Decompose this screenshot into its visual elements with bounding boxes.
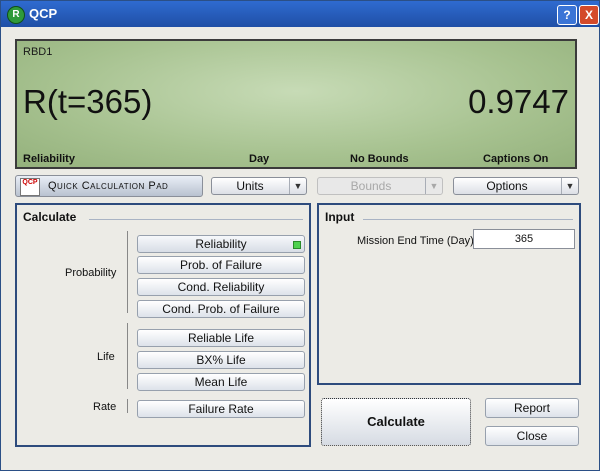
- bounds-dropdown: Bounds ▼: [317, 177, 443, 195]
- options-dropdown[interactable]: Options ▼: [453, 177, 579, 195]
- display-metric: R(t=365): [23, 83, 153, 120]
- qcp-window: R QCP ? X RBD1 R(t=365) 0.9747 Reliabili…: [0, 0, 600, 471]
- caption-reliability: Reliability: [23, 153, 75, 165]
- group-label-rate: Rate: [93, 401, 117, 413]
- units-dropdown[interactable]: Units ▼: [211, 177, 307, 195]
- calculate-button[interactable]: Calculate: [321, 398, 471, 446]
- divider: [127, 323, 128, 389]
- divider: [127, 231, 128, 313]
- prob-of-failure-button[interactable]: Prob. of Failure: [137, 256, 305, 274]
- selected-indicator-icon: [293, 241, 301, 249]
- chevron-down-icon: ▼: [289, 178, 306, 194]
- mean-life-button[interactable]: Mean Life: [137, 373, 305, 391]
- app-icon: R: [7, 6, 25, 24]
- caption-day: Day: [249, 153, 270, 165]
- chevron-down-icon: ▼: [425, 178, 442, 194]
- title-bar: R QCP ? X: [1, 1, 599, 27]
- group-label-probability: Probability: [65, 267, 117, 279]
- cond-reliability-button[interactable]: Cond. Reliability: [137, 278, 305, 296]
- window-title: QCP: [29, 6, 58, 21]
- caption-captions-on: Captions On: [483, 153, 549, 165]
- close-window-button[interactable]: X: [579, 5, 599, 25]
- calculate-panel: Calculate Probability Reliability Prob. …: [15, 203, 311, 447]
- quick-calculation-pad-button[interactable]: QCP Quick Calculation Pad: [15, 175, 203, 197]
- qcp-label: Quick Calculation Pad: [48, 180, 169, 192]
- help-button[interactable]: ?: [557, 5, 577, 25]
- mission-end-time-input[interactable]: 365: [473, 229, 575, 249]
- reliability-button[interactable]: Reliability: [137, 235, 305, 253]
- input-panel: Input Mission End Time (Day) 365: [317, 203, 581, 385]
- divider: [363, 219, 573, 220]
- units-label: Units: [236, 179, 264, 193]
- qcp-logo-icon: QCP: [20, 178, 40, 196]
- mission-end-time-label: Mission End Time (Day): [357, 235, 474, 247]
- close-button[interactable]: Close: [485, 426, 579, 446]
- caption-no-bounds: No Bounds: [350, 153, 409, 165]
- cond-prob-of-failure-button[interactable]: Cond. Prob. of Failure: [137, 300, 305, 318]
- display-diagram-name: RBD1: [23, 46, 53, 58]
- chevron-down-icon: ▼: [561, 178, 578, 194]
- display-result-value: 0.9747: [468, 83, 569, 120]
- calculate-panel-title: Calculate: [23, 210, 77, 224]
- options-label: Options: [486, 179, 528, 193]
- bounds-label: Bounds: [350, 179, 392, 193]
- input-panel-title: Input: [325, 210, 355, 224]
- divider: [89, 219, 303, 220]
- reliability-button-label: Reliability: [195, 237, 247, 251]
- reliable-life-button[interactable]: Reliable Life: [137, 329, 305, 347]
- divider: [127, 399, 128, 413]
- bx-life-button[interactable]: BX% Life: [137, 351, 305, 369]
- result-display: RBD1 R(t=365) 0.9747 Reliability Day No …: [15, 39, 577, 169]
- failure-rate-button[interactable]: Failure Rate: [137, 400, 305, 418]
- group-label-life: Life: [97, 351, 115, 363]
- report-button[interactable]: Report: [485, 398, 579, 418]
